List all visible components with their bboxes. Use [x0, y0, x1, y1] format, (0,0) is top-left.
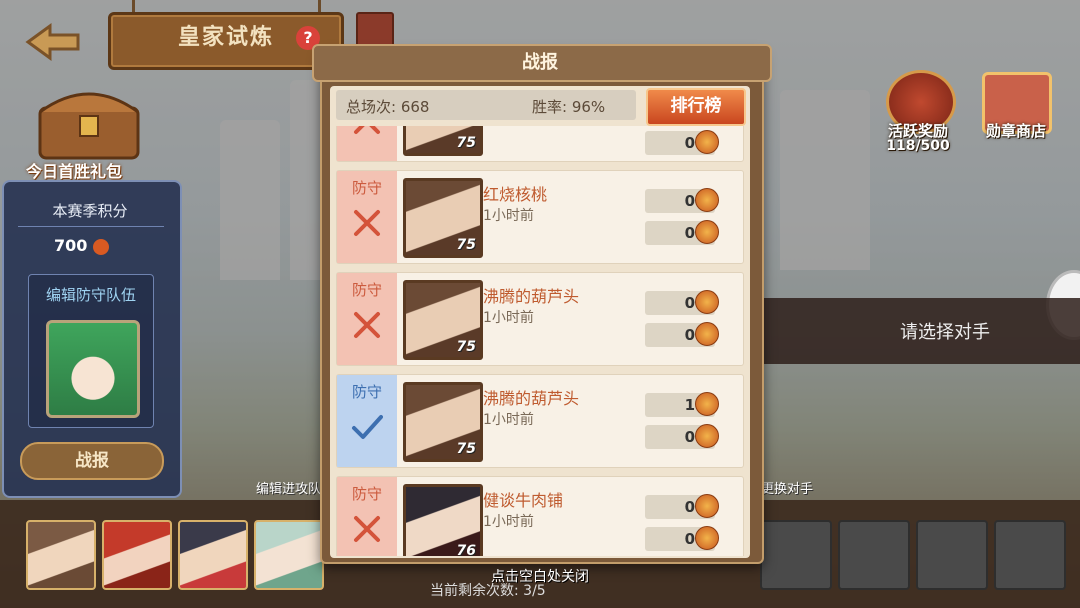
opponent-name: 健谈牛肉铺 — [483, 491, 564, 510]
edit-defense-team-label[interactable]: 编辑防守队伍 — [28, 284, 154, 305]
season-points-value: 700 — [54, 236, 109, 255]
battle-record[interactable]: 75 0 — [336, 126, 744, 162]
reward-value: 0 — [645, 188, 719, 213]
opponent-name: 沸腾的葫芦头 — [483, 389, 580, 408]
battle-record[interactable]: 防守 75 红烧核桃 1小时前 0 0 — [336, 170, 744, 264]
points-value: 0 — [645, 220, 719, 245]
opponent-avatar: 75 — [403, 126, 483, 156]
opponent-level: 75 — [456, 339, 476, 355]
record-type: 防守 — [351, 485, 382, 503]
treasure-chest-icon[interactable] — [34, 82, 144, 162]
edit-attack-hint[interactable]: 编辑进攻队 — [256, 478, 321, 497]
reward-value: 1 — [645, 392, 719, 417]
total-matches: 总场次: 668 — [346, 98, 430, 116]
opponent-name: 沸腾的葫芦头 — [483, 287, 580, 306]
record-time: 1小时前 — [483, 514, 534, 530]
medal-icon — [695, 494, 719, 518]
reward-value: 0 — [645, 494, 719, 519]
dialog-title: 战报 — [522, 52, 558, 73]
record-time: 1小时前 — [483, 208, 534, 224]
crossed-swords-icon — [354, 210, 380, 236]
win-rate: 胜率: 96% — [532, 98, 606, 116]
record-type: 防守 — [351, 281, 382, 299]
divider — [18, 226, 164, 227]
flame-medal-icon — [92, 238, 109, 255]
reward-value: 0 — [645, 290, 719, 315]
opponent-avatar: 76 — [403, 484, 483, 556]
opponent-name: 红烧核桃 — [483, 185, 548, 204]
flame-icon — [695, 526, 719, 550]
record-type: 防守 — [351, 383, 382, 401]
flame-icon — [695, 322, 719, 346]
points-value: 0 — [645, 526, 719, 551]
opponent-avatar: 75 — [403, 382, 483, 462]
opponent-avatar: 75 — [403, 280, 483, 360]
defense-hero-avatar[interactable] — [46, 320, 140, 418]
battle-record[interactable]: 防守 75 沸腾的葫芦头 1小时前 1 0 — [336, 374, 744, 468]
leaderboard-button[interactable]: 排行榜 — [646, 88, 746, 126]
season-points-label: 本赛季积分 — [52, 202, 128, 220]
record-time: 1小时前 — [483, 310, 534, 326]
choose-opponent-label: 请选择对手 — [900, 322, 990, 343]
opponent-level: 75 — [456, 441, 476, 457]
close-hint: 点击空白处关闭 — [491, 569, 589, 585]
opponent-avatar: 75 — [403, 178, 483, 258]
medal-icon — [695, 290, 719, 314]
opponent-level: 75 — [456, 237, 476, 253]
battle-record-list[interactable]: 75 0 防守 75 红烧核桃 1小时前 0 0 防守 75 沸腾的葫芦头 1小… — [336, 126, 744, 556]
battle-record[interactable]: 防守 76 健谈牛肉铺 1小时前 0 0 — [336, 476, 744, 556]
crossed-swords-icon — [354, 126, 380, 134]
crossed-swords-icon — [354, 312, 380, 338]
battle-record[interactable]: 防守 75 沸腾的葫芦头 1小时前 0 0 — [336, 272, 744, 366]
record-time: 1小时前 — [483, 412, 534, 428]
points-value: 0 — [645, 424, 719, 449]
activity-reward-count: 118/500 — [886, 138, 950, 154]
opponent-level: 76 — [456, 543, 476, 556]
record-type: 防守 — [351, 179, 382, 197]
reward-value: 0 — [645, 130, 719, 155]
medal-icon — [695, 392, 719, 416]
checkmark-icon — [352, 415, 383, 439]
back-arrow-icon[interactable] — [24, 22, 82, 62]
first-win-gift-label[interactable]: 今日首胜礼包 — [26, 158, 156, 182]
points-value: 0 — [645, 322, 719, 347]
medal-shop-label: 勋章商店 — [985, 122, 1046, 140]
flame-icon — [695, 424, 719, 448]
opponent-level: 75 — [456, 135, 476, 151]
crossed-swords-icon — [354, 516, 380, 542]
flame-icon — [695, 220, 719, 244]
battle-report-button[interactable]: 战报 — [20, 442, 164, 480]
medal-icon — [695, 130, 719, 154]
medal-icon — [695, 188, 719, 212]
